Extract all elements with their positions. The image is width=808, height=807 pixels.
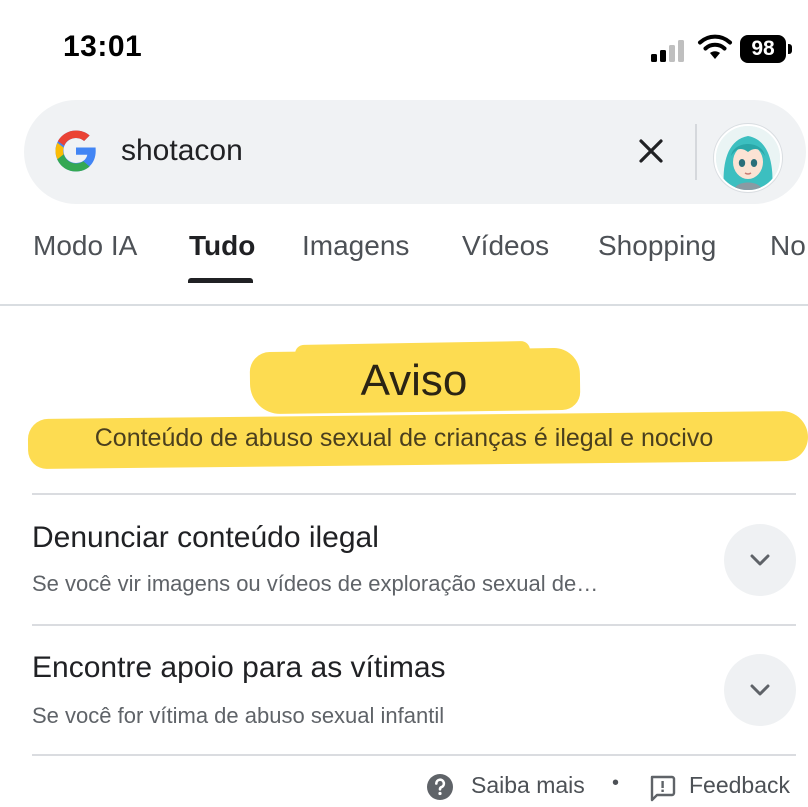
expand-support-button[interactable] — [724, 654, 796, 726]
tab-imagens[interactable]: Imagens — [302, 230, 409, 262]
feedback-icon[interactable] — [648, 774, 676, 802]
tabs-divider — [0, 304, 808, 306]
tab-noticias[interactable]: No — [770, 230, 806, 262]
search-divider — [695, 124, 697, 180]
tab-videos[interactable]: Vídeos — [462, 230, 549, 262]
google-logo-icon — [55, 130, 96, 172]
divider — [32, 493, 796, 495]
expand-report-button[interactable] — [724, 524, 796, 596]
report-illegal-content-description: Se você vir imagens ou vídeos de explora… — [32, 571, 599, 596]
divider — [32, 754, 796, 756]
status-time: 13:01 — [63, 30, 143, 63]
victim-support-description: Se você for vítima de abuso sexual infan… — [32, 703, 445, 728]
profile-avatar[interactable] — [714, 124, 782, 192]
learn-more-link[interactable]: Saiba mais — [471, 772, 585, 799]
battery-level: 98 — [740, 35, 786, 63]
battery-icon: 98 — [740, 35, 792, 63]
tab-tudo[interactable]: Tudo — [189, 230, 255, 262]
chevron-down-icon — [750, 554, 770, 566]
help-icon[interactable] — [426, 773, 454, 801]
warning-subtitle: Conteúdo de abuso sexual de crianças é i… — [94, 424, 714, 452]
tab-shopping[interactable]: Shopping — [598, 230, 716, 262]
report-illegal-content-title[interactable]: Denunciar conteúdo ilegal — [32, 521, 379, 555]
avatar-image — [716, 126, 780, 190]
warning-title: Aviso — [360, 356, 468, 405]
search-tabs: Modo IA Tudo Imagens Vídeos Shopping No — [0, 230, 808, 276]
wifi-icon — [698, 34, 732, 59]
active-tab-indicator — [188, 278, 253, 283]
footer-separator: • — [612, 772, 620, 794]
feedback-link[interactable]: Feedback — [689, 772, 790, 799]
search-input[interactable]: shotacon — [121, 134, 243, 168]
tab-modo-ia[interactable]: Modo IA — [33, 230, 137, 262]
victim-support-title[interactable]: Encontre apoio para as vítimas — [32, 651, 446, 685]
close-icon[interactable] — [632, 132, 670, 170]
divider — [32, 624, 796, 626]
chevron-down-icon — [750, 684, 770, 696]
signal-icon — [651, 38, 691, 62]
